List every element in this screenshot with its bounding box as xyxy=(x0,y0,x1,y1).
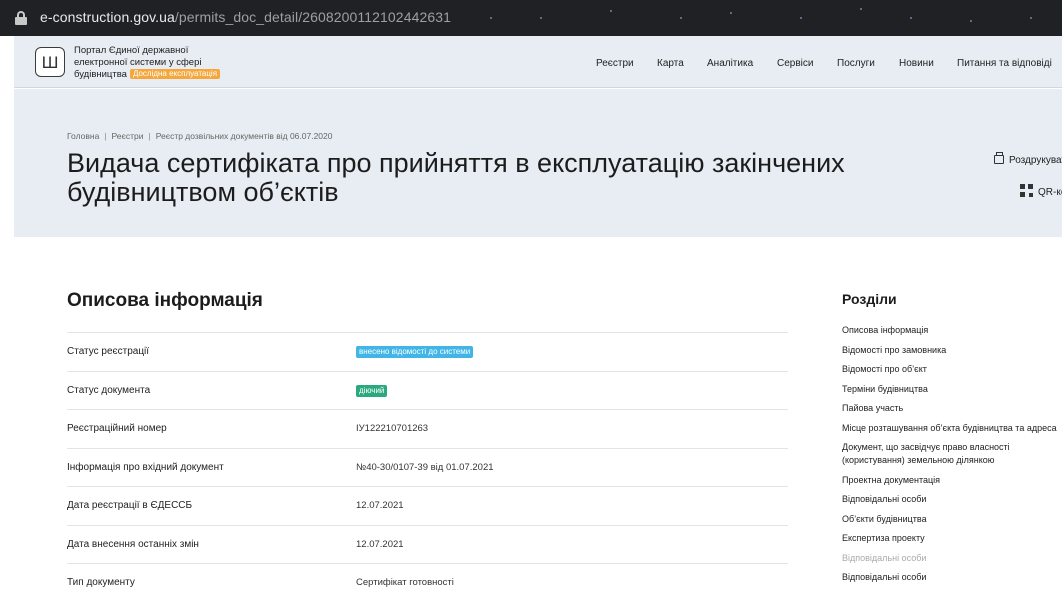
url-bar-decoration xyxy=(470,0,1062,36)
section-link-responsible-persons[interactable]: Відповідальні особи xyxy=(842,493,1062,506)
trident-logo-icon[interactable]: Ш xyxy=(35,47,65,77)
row-value: №40-30/0107-39 від 01.07.2021 xyxy=(356,461,494,473)
section-link-customer[interactable]: Відомості про замовника xyxy=(842,344,1062,357)
page-title: Видача сертифіката про прийняття в експл… xyxy=(67,148,845,207)
section-link-expertise[interactable]: Експертиза проекту xyxy=(842,532,1062,545)
info-table: Статус реєстрації внесено відомості до с… xyxy=(67,332,788,602)
registration-status-badge: внесено відомості до системи xyxy=(356,346,474,358)
table-row: Статус документа діючий xyxy=(67,370,788,410)
section-link-responsible-persons-2[interactable]: Відповідальні особи xyxy=(842,552,1062,565)
table-row: Статус реєстрації внесено відомості до с… xyxy=(67,332,788,371)
nav-e-services[interactable]: Послуги xyxy=(837,58,875,69)
lock-icon xyxy=(15,11,27,25)
breadcrumb: Головна | Реєстри | Реєстр дозвільних докуме… xyxy=(67,131,333,141)
printer-icon xyxy=(994,152,1004,164)
table-row: Реєстраційний номер ІУ122210701263 xyxy=(67,409,788,448)
document-status-badge: діючий xyxy=(356,384,388,397)
nav-analytics[interactable]: Аналітика xyxy=(707,58,753,69)
nav-faq[interactable]: Питання та відповіді xyxy=(957,58,1052,69)
breadcrumb-registries[interactable]: Реєстри xyxy=(112,131,144,141)
row-label: Статус документа xyxy=(67,384,151,396)
print-button[interactable]: Роздрукувати xyxy=(994,152,1062,166)
section-link-object[interactable]: Відомості про об’єкт xyxy=(842,363,1062,376)
qr-label: QR-код xyxy=(1038,187,1062,198)
breadcrumb-home[interactable]: Головна xyxy=(67,131,99,141)
nav-news[interactable]: Новини xyxy=(899,58,934,69)
section-link-terms[interactable]: Терміни будівництва xyxy=(842,383,1062,396)
row-value: 12.07.2021 xyxy=(356,500,404,511)
url-path: /permits_doc_detail/2608200112102442631 xyxy=(174,9,452,25)
sections-nav: Описова інформація Відомості про замовни… xyxy=(842,324,1062,591)
qr-code-button[interactable]: QR-код xyxy=(1020,184,1062,198)
row-label: Статус реєстрації xyxy=(67,346,150,357)
breadcrumb-separator: | xyxy=(104,131,107,141)
section-link-project-docs[interactable]: Проектна документація xyxy=(842,474,1062,487)
brand-line-2: електронної системи у сфері xyxy=(74,57,202,68)
row-label: Реєстраційний номер xyxy=(67,423,167,434)
url-text[interactable]: e-construction.gov.ua/permits_doc_detail… xyxy=(40,9,451,25)
breadcrumb-current: Реєстр дозвільних документів від 06.07.2… xyxy=(155,131,333,141)
brand-line-3: будівництва xyxy=(74,69,127,80)
table-row: Дата реєстрації в ЄДЕССБ 12.07.2021 xyxy=(67,486,788,525)
title-band: Головна | Реєстри | Реєстр дозвільних докуме… xyxy=(14,89,1062,237)
row-label: Тип документу xyxy=(67,577,135,588)
beta-badge: Дослідна експлуатація xyxy=(129,69,221,79)
section-title: Описова інформація xyxy=(67,290,263,311)
brand-line-1: Портал Єдиної державної xyxy=(74,45,189,56)
row-value: ІУ122210701263 xyxy=(356,423,429,434)
table-row: Тип документу Сертифікат готовності xyxy=(67,563,788,602)
nav-services[interactable]: Сервіси xyxy=(777,58,813,69)
nav-registries[interactable]: Реєстри xyxy=(596,58,634,69)
section-link-construction-objects[interactable]: Об’єкти будівництва xyxy=(842,513,1062,526)
print-label: Роздрукувати xyxy=(1009,155,1062,166)
qr-code-icon xyxy=(1020,184,1033,197)
site-header: Ш Портал Єдиної державної електронної си… xyxy=(14,36,1062,88)
section-link-location[interactable]: Місце розташування об’єкта будівництва т… xyxy=(842,422,1062,435)
section-link-description[interactable]: Описова інформація xyxy=(842,324,1062,337)
row-value: 12.07.2021 xyxy=(356,538,404,550)
portal-brand[interactable]: Портал Єдиної державної електронної сист… xyxy=(74,45,221,81)
row-label: Інформація про вхідний документ xyxy=(67,461,224,473)
row-value: Сертифікат готовності xyxy=(356,577,454,588)
breadcrumb-separator: | xyxy=(148,131,151,141)
table-row: Дата внесення останніх змін 12.07.2021 xyxy=(67,524,788,564)
row-label: Дата реєстрації в ЄДЕССБ xyxy=(67,500,193,511)
url-domain: e-construction.gov.ua xyxy=(40,9,175,25)
sections-title: Розділи xyxy=(842,291,897,307)
nav-map[interactable]: Карта xyxy=(657,58,684,69)
browser-address-bar[interactable]: e-construction.gov.ua/permits_doc_detail… xyxy=(0,0,1062,36)
table-row: Інформація про вхідний документ №40-30/0… xyxy=(67,447,788,487)
section-link-responsible-persons-3[interactable]: Відповідальні особи xyxy=(842,571,1062,584)
row-label: Дата внесення останніх змін xyxy=(67,538,199,550)
section-link-share[interactable]: Пайова участь xyxy=(842,402,1062,415)
section-link-land-rights[interactable]: Документ, що засвідчує право власності (… xyxy=(842,441,1042,467)
